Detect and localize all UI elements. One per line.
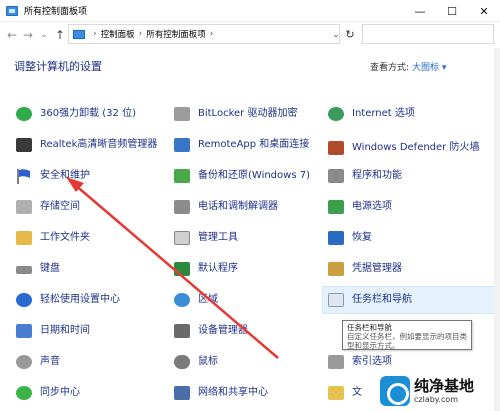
remote-desktop-icon (172, 136, 192, 154)
cp-item-remoteapp[interactable]: RemoteApp 和桌面连接 (172, 134, 309, 156)
clock-icon (14, 322, 34, 340)
cp-item-ease-of-access[interactable]: 轻松使用设置中心 (14, 289, 120, 311)
speaker-icon (14, 136, 34, 154)
programs-icon (326, 167, 346, 185)
cp-item-backup-restore[interactable]: 备份和还原(Windows 7) (172, 165, 310, 187)
keyboard-icon (14, 260, 34, 278)
cp-item-date-time[interactable]: 日期和时间 (14, 320, 90, 342)
flag-icon (14, 167, 34, 185)
window-title: 所有控制面板项 (24, 7, 88, 17)
cp-item-file-explorer[interactable]: 文 (326, 382, 362, 404)
cp-item-default-programs[interactable]: 默认程序 (172, 258, 238, 280)
mouse-icon (172, 353, 192, 371)
view-by-label: 查看方式: (370, 63, 410, 73)
cp-item-sync-center[interactable]: 同步中心 (14, 382, 80, 404)
search-input[interactable] (362, 24, 494, 44)
cp-item-defender-firewall[interactable]: Windows Defender 防火墙 (326, 134, 492, 162)
watermark-logo-icon (380, 376, 410, 406)
up-arrow-icon[interactable]: ↑ (52, 25, 68, 45)
back-arrow-icon[interactable]: ← (4, 25, 20, 45)
admin-tools-icon (172, 229, 192, 247)
cp-item-work-folders[interactable]: 工作文件夹 (14, 227, 90, 249)
sync-icon (14, 384, 34, 402)
watermark: 纯净基地 czlaby.com (380, 374, 498, 408)
power-icon (326, 198, 346, 216)
watermark-text: 纯净基地 (414, 376, 475, 395)
cp-item-indexing-options[interactable]: 索引选项 (326, 351, 392, 373)
title-bar: 所有控制面板项 — ☐ ✕ (0, 0, 500, 22)
navigation-bar: ← → ⌄ ↑ › 控制面板 › 所有控制面板项 › ⌄ ↻ (0, 22, 500, 48)
cp-item-admin-tools[interactable]: 管理工具 (172, 227, 238, 249)
credential-icon (326, 260, 346, 278)
address-bar[interactable]: › 控制面板 › 所有控制面板项 › (68, 24, 340, 44)
tooltip-title: 任务栏和导航 (347, 323, 392, 332)
cp-item-region[interactable]: 区域 (172, 289, 218, 311)
cp-item-mouse[interactable]: 鼠标 (172, 351, 218, 373)
cp-item-phone-modem[interactable]: 电话和调制解调器 (172, 196, 278, 218)
view-by-dropdown[interactable]: 大图标 ▾ (412, 60, 446, 73)
recent-dropdown-icon[interactable]: ⌄ (36, 25, 52, 45)
chevron-right-icon: › (138, 29, 143, 39)
sound-icon (14, 353, 34, 371)
scrollbar[interactable] (494, 48, 500, 411)
breadcrumb-all-items[interactable]: 所有控制面板项 (146, 28, 206, 40)
cp-item-internet-options[interactable]: Internet 选项 (326, 103, 415, 125)
chevron-right-icon: › (209, 29, 214, 39)
cp-item-power-options[interactable]: 电源选项 (326, 196, 392, 218)
cp-item-security-maintenance[interactable]: 安全和维护 (14, 165, 90, 187)
device-manager-icon (172, 322, 192, 340)
control-panel-icon (6, 5, 18, 16)
cp-item-realtek-audio[interactable]: Realtek高清晰音频管理器 (14, 134, 157, 156)
watermark-url: czlaby.com (414, 394, 459, 404)
folder-options-icon (326, 384, 346, 402)
phone-icon (172, 198, 192, 216)
firewall-icon (326, 139, 346, 157)
network-icon (172, 384, 192, 402)
taskbar-icon (326, 291, 346, 309)
maximize-button[interactable]: ☐ (436, 0, 468, 22)
breadcrumb-control-panel[interactable]: 控制面板 (101, 28, 135, 40)
refresh-icon[interactable]: ↻ (342, 24, 358, 44)
minimize-button[interactable]: — (404, 0, 436, 22)
folder-icon (14, 229, 34, 247)
control-panel-small-icon (73, 29, 85, 39)
chevron-right-icon: › (93, 29, 97, 39)
cp-item-recovery[interactable]: 恢复 (326, 227, 372, 249)
default-programs-icon (172, 260, 192, 278)
cp-item-storage-spaces[interactable]: 存储空间 (14, 196, 80, 218)
globe-icon (172, 291, 192, 309)
storage-icon (14, 198, 34, 216)
cp-item-credential-manager[interactable]: 凭据管理器 (326, 258, 402, 280)
window-controls: — ☐ ✕ (404, 0, 500, 22)
cp-item-network-sharing[interactable]: 网络和共享中心 (172, 382, 268, 404)
forward-arrow-icon[interactable]: → (20, 25, 36, 45)
cp-item-keyboard[interactable]: 键盘 (14, 258, 60, 280)
cp-item-device-manager[interactable]: 设备管理器 (172, 320, 248, 342)
address-dropdown-icon[interactable]: ⌄ (330, 24, 342, 44)
cp-item-bitlocker[interactable]: BitLocker 驱动器加密 (172, 103, 297, 125)
cp-item-360-uninstall[interactable]: 360强力卸载 (32 位) (14, 103, 136, 125)
tooltip-body: 自定义任务栏，例如要显示的项目类型和显示方式。 (347, 332, 467, 350)
indexing-icon (326, 353, 346, 371)
backup-icon (172, 167, 192, 185)
cp-item-programs-features[interactable]: 程序和功能 (326, 165, 402, 187)
close-button[interactable]: ✕ (468, 0, 500, 22)
cp-item-taskbar-navigation[interactable]: 任务栏和导航 (326, 289, 412, 311)
cp-item-sound[interactable]: 声音 (14, 351, 60, 373)
accessibility-icon (14, 291, 34, 309)
item-tooltip: 任务栏和导航 自定义任务栏，例如要显示的项目类型和显示方式。 (342, 320, 472, 350)
green-circle-icon (14, 105, 34, 123)
key-icon (172, 105, 192, 123)
page-title: 调整计算机的设置 (14, 60, 102, 73)
internet-globe-icon (326, 105, 346, 123)
recovery-icon (326, 229, 346, 247)
